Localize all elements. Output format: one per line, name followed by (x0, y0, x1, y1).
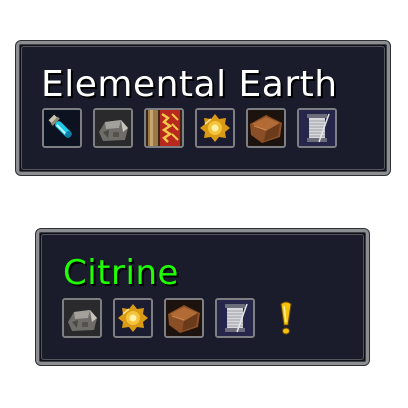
pillar-scroll-icon[interactable] (144, 108, 184, 148)
potion-vial-icon[interactable] (42, 108, 82, 148)
anvil-ore-icon[interactable] (62, 298, 102, 338)
thread-spool-icon[interactable] (297, 108, 337, 148)
item-tooltip-citrine: Citrine (36, 229, 369, 365)
anvil-ore-icon[interactable] (93, 108, 133, 148)
exclamation-icon[interactable] (270, 298, 302, 338)
tooltip-title: Elemental Earth (41, 64, 338, 105)
thread-spool-icon[interactable] (215, 298, 255, 338)
leather-hide-icon[interactable] (164, 298, 204, 338)
tooltip-title: Citrine (63, 253, 179, 293)
profession-icon-row (42, 108, 337, 148)
gear-gem-icon[interactable] (113, 298, 153, 338)
gear-gem-icon[interactable] (195, 108, 235, 148)
item-tooltip-elemental-earth: Elemental Earth (16, 41, 390, 175)
profession-icon-row (62, 298, 302, 338)
leather-hide-icon[interactable] (246, 108, 286, 148)
